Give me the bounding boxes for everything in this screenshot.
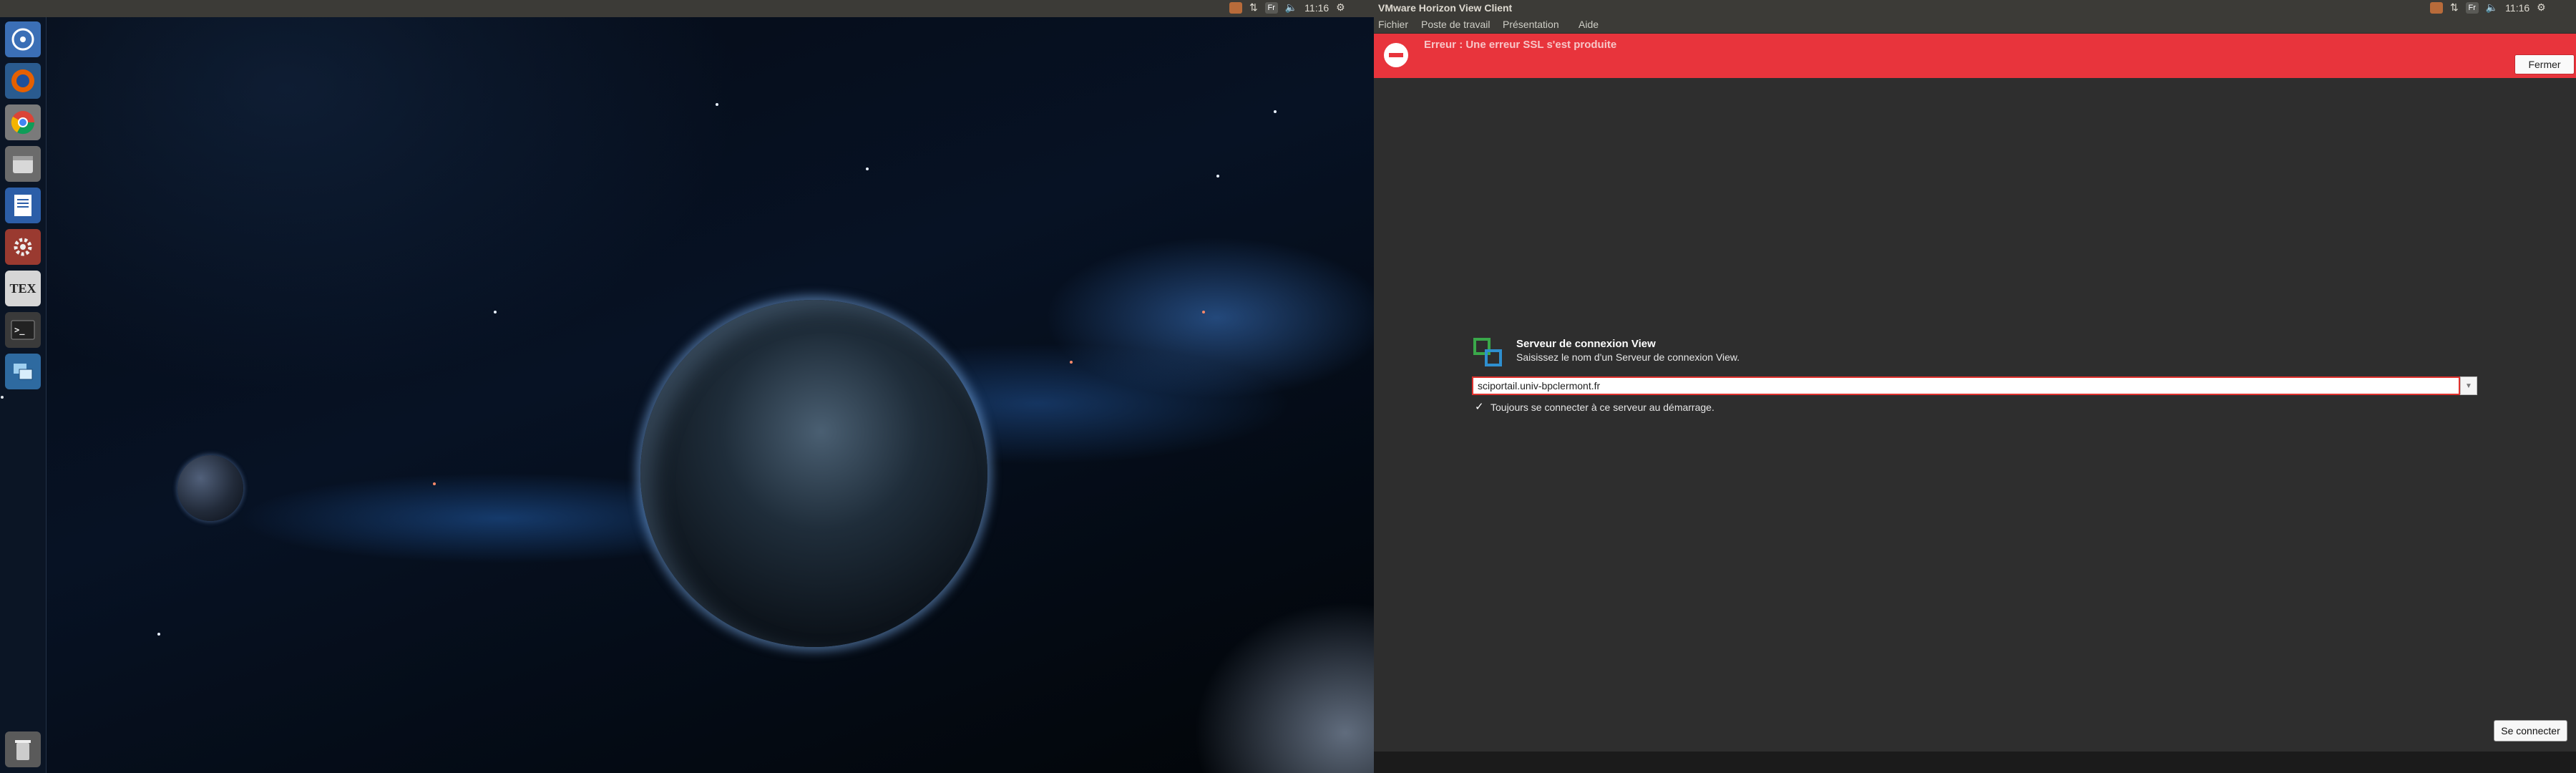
- volume-icon[interactable]: 🔈: [2486, 1, 2498, 14]
- menu-bar: Fichier Poste de travail Présentation Ai…: [1374, 16, 2576, 34]
- error-banner: Erreur : Une erreur SSL s'est produite F…: [1374, 34, 2576, 78]
- keyboard-layout-label: Fr: [1267, 3, 1275, 12]
- error-message: Erreur : Une erreur SSL s'est produite: [1424, 39, 1617, 51]
- star: [1274, 110, 1277, 113]
- vmware-horizon-icon: [14, 364, 33, 380]
- server-dropdown-button[interactable]: ▼: [2460, 376, 2477, 395]
- launcher-item-tex[interactable]: TEX: [5, 271, 41, 306]
- wallpaper-planet: [640, 300, 987, 647]
- launcher-item-settings[interactable]: [5, 229, 41, 265]
- star: [1202, 311, 1205, 313]
- bottom-strip: [1374, 752, 2576, 773]
- launcher-item-firefox[interactable]: [5, 63, 41, 99]
- star: [433, 482, 436, 485]
- chevron-down-icon: ▼: [2465, 381, 2472, 390]
- always-connect-label: Toujours se connecter à ce serveur au dé…: [1491, 402, 1714, 413]
- launcher-item-dash[interactable]: [5, 21, 41, 57]
- star: [866, 167, 869, 170]
- launcher-item-files[interactable]: [5, 146, 41, 182]
- file-manager-icon: [13, 156, 33, 173]
- connect-button[interactable]: Se connecter: [2494, 720, 2567, 742]
- running-indicator: [1, 396, 4, 399]
- settings-icon: [14, 238, 32, 256]
- close-error-button[interactable]: Fermer: [2514, 54, 2575, 74]
- chrome-icon: [11, 111, 35, 135]
- notification-icon[interactable]: [1229, 1, 1242, 14]
- launcher-item-vmware-horizon[interactable]: [5, 354, 41, 389]
- always-connect-checkbox[interactable]: ✓: [1475, 402, 1486, 413]
- tex-icon: TEX: [9, 281, 36, 296]
- keyboard-layout-indicator[interactable]: Fr: [1264, 1, 1278, 14]
- error-icon: [1384, 43, 1408, 67]
- svg-text:>_: >_: [14, 325, 25, 336]
- desktop-wallpaper: [0, 17, 1374, 773]
- window-title-bar: VMware Horizon View Client ⇅ Fr 🔈 11:16 …: [1374, 0, 2576, 16]
- clock[interactable]: 11:16: [1304, 2, 1329, 14]
- notification-icon[interactable]: [2430, 1, 2443, 14]
- star: [494, 311, 497, 313]
- launcher-item-writer[interactable]: [5, 188, 41, 223]
- star: [157, 633, 160, 636]
- launcher-item-chrome[interactable]: [5, 104, 41, 140]
- keyboard-layout-indicator[interactable]: Fr: [2465, 1, 2479, 14]
- network-icon[interactable]: ⇅: [1249, 1, 1258, 14]
- star: [1070, 361, 1073, 364]
- launcher: TEX >_: [0, 17, 47, 773]
- server-input[interactable]: [1472, 376, 2460, 395]
- launcher-item-trash[interactable]: [5, 731, 41, 767]
- firefox-icon: [11, 69, 34, 92]
- window-title: VMware Horizon View Client: [1378, 2, 1513, 14]
- network-icon[interactable]: ⇅: [2450, 1, 2459, 14]
- gear-icon[interactable]: ⚙: [1336, 1, 1345, 14]
- server-title: Serveur de connexion View: [1516, 338, 1656, 350]
- right-monitor: VMware Horizon View Client ⇅ Fr 🔈 11:16 …: [1374, 0, 2576, 773]
- clock[interactable]: 11:16: [2505, 2, 2529, 14]
- menu-presentation[interactable]: Présentation: [1503, 19, 1559, 30]
- connection-panel: Serveur de connexion View Saisissez le n…: [1374, 79, 2576, 752]
- indicator-tray-right: ⇅ Fr 🔈 11:16 ⚙: [2430, 1, 2546, 14]
- menu-poste-de-travail[interactable]: Poste de travail: [1421, 19, 1491, 30]
- writer-icon: [14, 195, 31, 216]
- launcher-item-terminal[interactable]: >_: [5, 312, 41, 348]
- left-monitor: ⇅ Fr 🔈 11:16 ⚙ TEX >_: [0, 0, 1374, 773]
- trash-icon: [15, 740, 31, 760]
- volume-icon[interactable]: 🔈: [1285, 1, 1297, 14]
- star: [716, 103, 718, 106]
- wallpaper-moon: [177, 455, 243, 521]
- menu-fichier[interactable]: Fichier: [1378, 19, 1408, 30]
- gear-icon[interactable]: ⚙: [2537, 1, 2546, 14]
- menu-aide[interactable]: Aide: [1579, 19, 1599, 30]
- server-icon: [1473, 338, 1502, 366]
- ubuntu-dash-icon: [11, 28, 34, 51]
- star: [1216, 175, 1219, 178]
- server-subtitle: Saisissez le nom d'un Serveur de connexi…: [1516, 351, 1740, 363]
- indicator-tray: ⇅ Fr 🔈 11:16 ⚙: [1229, 1, 1345, 14]
- terminal-icon: >_: [11, 320, 35, 340]
- keyboard-layout-label: Fr: [2468, 3, 2476, 12]
- top-panel: ⇅ Fr 🔈 11:16 ⚙: [0, 0, 1374, 17]
